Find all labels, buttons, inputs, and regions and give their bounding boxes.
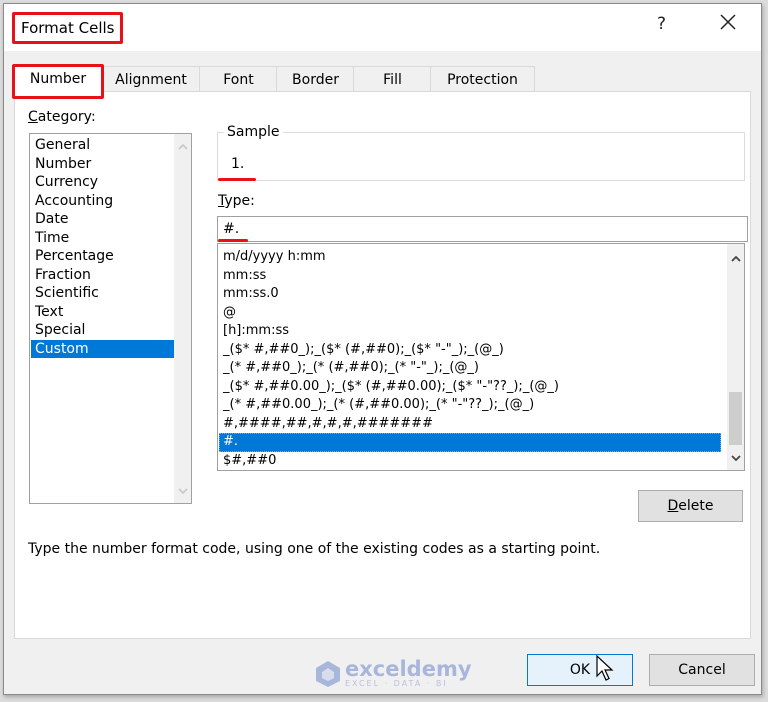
type-highlight-underline [218, 239, 248, 242]
category-list[interactable]: General Number Currency Accounting Date … [29, 133, 192, 504]
dialog-title: Format Cells [12, 12, 124, 44]
type-item[interactable]: #,####,##,#,#,#,####### [219, 415, 721, 434]
type-label: Type: [218, 193, 255, 209]
title-bar: Format Cells ? [4, 4, 761, 51]
category-item-fraction[interactable]: Fraction [31, 266, 180, 284]
chevron-up-icon [177, 143, 188, 150]
tab-alignment[interactable]: Alignment [102, 66, 200, 93]
exceldemy-watermark: exceldemy EXCEL · DATA · BI [315, 659, 472, 688]
help-description: Type the number format code, using one o… [28, 541, 601, 557]
category-item-text[interactable]: Text [31, 303, 180, 321]
sample-highlight-underline [218, 178, 256, 181]
category-scroll-up-button[interactable] [174, 138, 191, 155]
category-item-date[interactable]: Date [31, 210, 180, 228]
chevron-up-icon [730, 255, 741, 262]
number-tab-panel: Category: General Number Currency Accoun… [14, 91, 751, 639]
type-item[interactable]: m/d/yyyy h:mm [219, 248, 721, 267]
type-item[interactable]: [h]:mm:ss [219, 322, 721, 341]
category-item-percentage[interactable]: Percentage [31, 247, 180, 265]
type-scroll-up-button[interactable] [727, 250, 744, 267]
type-list-scrollbar[interactable] [727, 244, 744, 470]
category-item-accounting[interactable]: Accounting [31, 192, 180, 210]
delete-label: elete [678, 498, 714, 514]
category-item-currency[interactable]: Currency [31, 173, 180, 191]
category-item-scientific[interactable]: Scientific [31, 284, 180, 302]
type-format-list[interactable]: m/d/yyyy h:mm mm:ss mm:ss.0 @ [h]:mm:ss … [217, 243, 745, 471]
watermark-brand: exceldemy [345, 657, 472, 681]
tab-fill[interactable]: Fill [353, 66, 432, 93]
type-item[interactable]: $#,##0 [219, 452, 721, 471]
delete-button[interactable]: Delete [638, 490, 743, 522]
close-button[interactable] [716, 10, 740, 34]
sample-legend: Sample [224, 124, 283, 140]
cancel-button[interactable]: Cancel [649, 654, 755, 686]
category-label-accesskey: C [28, 109, 38, 125]
category-item-general[interactable]: General [31, 136, 180, 154]
tab-border[interactable]: Border [276, 66, 355, 93]
type-item[interactable]: _($* #,##0.00_);_($* (#,##0.00);_($* "-"… [219, 378, 721, 397]
type-input[interactable]: #. [217, 216, 748, 242]
chevron-down-icon [730, 454, 741, 461]
delete-accesskey: D [667, 498, 679, 514]
mouse-pointer-icon [596, 655, 614, 681]
category-label-text: ategory: [37, 109, 96, 125]
category-item-special[interactable]: Special [31, 321, 180, 339]
type-item[interactable]: mm:ss [219, 267, 721, 286]
tab-font[interactable]: Font [199, 66, 278, 93]
type-item[interactable]: mm:ss.0 [219, 285, 721, 304]
type-item-selected[interactable]: #. [219, 433, 721, 452]
chevron-down-icon [177, 487, 188, 494]
close-icon [720, 14, 736, 30]
type-item[interactable]: _(* #,##0.00_);_(* (#,##0.00);_(* "-"??_… [219, 396, 721, 415]
format-cells-dialog: Format Cells ? Number Alignment Font Bor… [3, 3, 762, 695]
category-item-custom[interactable]: Custom [31, 339, 180, 358]
type-label-text: ype: [224, 193, 255, 209]
category-item-number[interactable]: Number [31, 155, 180, 173]
sample-value: 1. [231, 156, 245, 172]
tab-protection[interactable]: Protection [430, 66, 535, 93]
type-item[interactable]: @ [219, 304, 721, 323]
tab-number[interactable]: Number [12, 64, 104, 99]
category-item-time[interactable]: Time [31, 229, 180, 247]
type-item[interactable]: _(* #,##0_);_(* (#,##0);_(* "-"_);_(@_) [219, 359, 721, 378]
category-scroll-down-button[interactable] [174, 482, 191, 499]
ok-button[interactable]: OK [527, 654, 633, 686]
type-item[interactable]: _($* #,##0_);_($* (#,##0);_($* "-"_);_(@… [219, 341, 721, 360]
type-scroll-thumb[interactable] [729, 392, 742, 445]
type-scroll-down-button[interactable] [727, 449, 744, 466]
sample-box: Sample 1. [217, 124, 745, 181]
exceldemy-logo-icon [316, 660, 340, 687]
help-button[interactable]: ? [657, 14, 666, 34]
category-label: Category: [28, 109, 96, 125]
category-scrollbar[interactable] [174, 134, 191, 503]
